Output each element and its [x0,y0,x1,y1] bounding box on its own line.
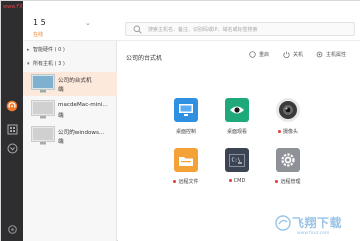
eye-icon [225,98,249,122]
tile-desktop-control[interactable]: 桌面控制 [162,98,210,146]
status-dot [277,130,281,133]
status-dot [275,180,279,183]
device-name: 公司的windows... [58,130,105,136]
restart-button[interactable]: 重启 [249,51,269,58]
tile-desktop-view[interactable]: 桌面观看 [213,98,261,146]
devices-icon[interactable] [6,123,18,135]
chevron-down-icon: ⌄ [85,19,91,27]
terminal-icon: C:\ [225,148,249,172]
tile-label: 远程文件 [162,178,210,185]
tile-label: 摄像头 [264,128,312,135]
status-dot [173,180,177,183]
group-smart-hardware[interactable]: ▸ 智能硬件 ( 0 ) [27,46,65,53]
shutdown-button[interactable]: 关机 [283,51,303,58]
user-account-menu[interactable]: 1 5 ⌄ [33,18,91,27]
remote-control-icon[interactable] [6,100,18,112]
tile-label: 远程管理 [264,178,312,185]
device-name: 公司的台式机 [58,78,92,84]
device-name: macdeMac-mini... [58,102,108,108]
folder-icon [174,148,198,172]
device-row[interactable]: 公司的windows... 端 [23,124,117,148]
device-list: ▸ 智能硬件 ( 0 ) ▾ 所有主机 ( 3 ) 公司的台式机 端 macdeMa… [23,41,117,241]
search-input[interactable]: 搜索主机名、备注、识别码或IP、域名或标签搜索 [125,22,355,36]
monitor-icon [31,74,55,93]
settings-icon[interactable] [6,223,18,235]
desktop-control-icon [174,98,198,122]
status-dot [228,179,232,182]
group-all-hosts[interactable]: ▾ 所有主机 ( 3 ) [27,60,65,67]
brand-text: 飞翔下载 [292,216,343,230]
header: 1 5 ⌄ 在线 搜索主机名、备注、识别码或IP、域名或标签搜索 [23,1,360,41]
brand-logo-icon [275,215,291,231]
device-row[interactable]: macdeMac-mini... 端 [23,98,117,122]
app-window: www.FXXZ.com 1 5 ⌄ 在线 搜索主机名、备注、识别码或IP、域名… [0,0,360,241]
device-suffix: 端 [58,139,64,145]
search-placeholder: 搜索主机名、备注、识别码或IP、域名或标签搜索 [148,27,258,33]
host-attr-button[interactable]: 主机属性 [316,51,346,58]
page-title: 公司的台式机 [126,55,163,62]
discover-icon[interactable] [6,142,18,154]
device-row[interactable]: 公司的台式机 端 [23,72,117,96]
gear-icon [276,148,300,172]
user-status: 在线 [33,32,44,38]
user-name: 1 5 [33,18,46,27]
tile-remote-file[interactable]: 远程文件 [162,148,210,196]
monitor-icon [31,126,55,145]
search-icon [133,25,142,34]
power-icon [283,51,290,58]
brand-url: www.fxxz.com [297,231,330,236]
gear-icon [316,51,323,58]
tile-camera[interactable]: 摄像头 [264,98,312,146]
tile-label: 桌面控制 [175,129,196,135]
restart-icon [249,51,256,58]
tile-remote-manage[interactable]: 远程管理 [264,148,312,196]
monitor-icon [31,100,55,119]
tile-cmd[interactable]: C:\ CMD [213,148,261,196]
device-suffix: 端 [58,87,64,93]
brand-watermark: 飞翔下载 www.fxxz.com [273,211,360,241]
camera-icon [276,98,300,122]
tile-label: 桌面观看 [226,129,247,135]
device-suffix: 端 [58,113,64,119]
left-rail [1,1,23,241]
tile-label: CMD [213,178,261,184]
